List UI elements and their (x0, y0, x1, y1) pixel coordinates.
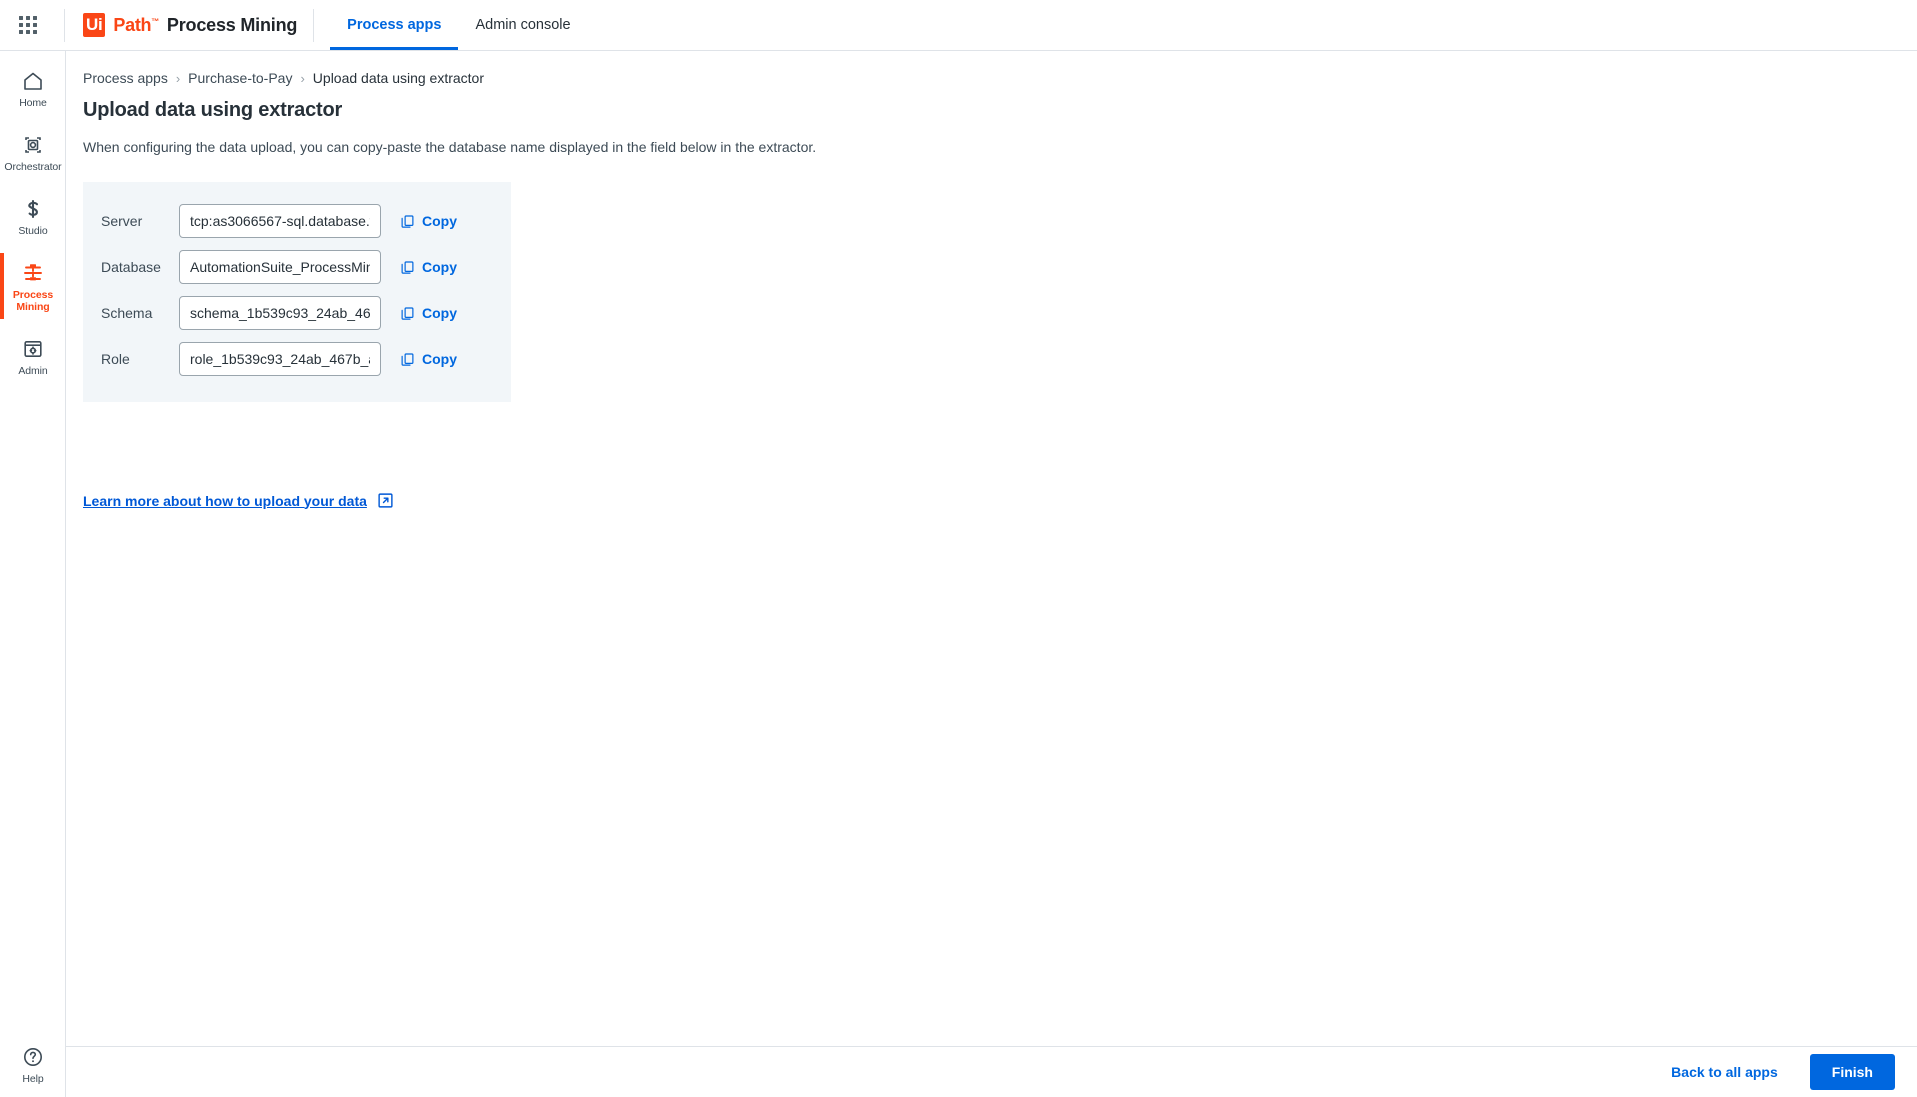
breadcrumb-item-current: Upload data using extractor (312, 70, 485, 86)
sidebar-item-label: Home (19, 97, 47, 109)
server-input[interactable] (179, 204, 381, 238)
copy-icon (401, 260, 414, 274)
primary-nav-tabs: Process apps Admin console (330, 0, 587, 50)
sidebar-item-help[interactable]: Help (0, 1045, 66, 1085)
learn-more-label: Learn more about how to upload your data (83, 492, 367, 509)
field-label: Role (101, 351, 130, 367)
sidebar-item-label: Process Mining (12, 289, 54, 314)
brand-logo[interactable]: Ui Path™ Process Mining (69, 13, 297, 37)
field-label: Database (101, 259, 161, 275)
studio-icon (28, 200, 39, 219)
sidebar-help-label: Help (22, 1072, 44, 1085)
copy-label: Copy (422, 305, 457, 321)
copy-icon (401, 214, 414, 228)
page-title: Upload data using extractor (83, 99, 343, 121)
tab-process-apps[interactable]: Process apps (330, 0, 459, 50)
apps-grid-icon (19, 16, 37, 34)
breadcrumb-separator: › (300, 70, 305, 86)
product-name: Process Mining (166, 14, 298, 35)
sidebar-item-label: Studio (18, 225, 48, 238)
field-label: Server (101, 213, 143, 229)
breadcrumb-item-process-apps[interactable]: Process apps (83, 70, 168, 86)
sidebar-item-label: Orchestrator (4, 161, 62, 174)
process-mining-icon (24, 264, 42, 281)
sidebar-item-label: Admin (18, 365, 48, 378)
sidebar-item-admin[interactable]: Admin (0, 327, 66, 385)
back-to-all-apps-button[interactable]: Back to all apps (1665, 1063, 1784, 1081)
copy-icon (401, 352, 414, 366)
external-link-icon (378, 493, 393, 508)
role-input[interactable] (179, 342, 381, 376)
sidebar-item-home[interactable]: Home (0, 59, 66, 117)
top-bar: Ui Path™ Process Mining Process apps Adm… (0, 0, 1917, 51)
toolbar-divider (64, 8, 65, 42)
breadcrumb-item-purchase-to-pay[interactable]: Purchase-to-Pay (188, 70, 292, 86)
field-row-server: Server Copy (83, 198, 511, 244)
field-row-role: Role Copy (83, 336, 511, 382)
copy-role-button[interactable]: Copy (398, 347, 459, 371)
sidebar-item-process-mining[interactable]: Process Mining (0, 251, 66, 321)
field-row-database: Database Copy (83, 244, 511, 290)
database-input[interactable] (179, 250, 381, 284)
sidebar-item-studio[interactable]: Studio (0, 187, 66, 245)
uipath-logo-mark: Ui (83, 13, 106, 37)
apps-launcher-button[interactable] (0, 0, 56, 50)
copy-schema-button[interactable]: Copy (398, 301, 459, 325)
copy-label: Copy (422, 213, 457, 229)
copy-database-button[interactable]: Copy (398, 255, 459, 279)
footer-action-bar: Back to all apps Finish (66, 1046, 1917, 1097)
connection-details-panel: Server Copy Database Copy Sc (83, 182, 511, 402)
copy-label: Copy (422, 351, 457, 367)
breadcrumb: Process apps › Purchase-to-Pay › Upload … (83, 70, 484, 86)
finish-button[interactable]: Finish (1809, 1054, 1895, 1090)
field-label: Schema (101, 305, 153, 321)
page-description: When configuring the data upload, you ca… (83, 139, 817, 155)
learn-more-link[interactable]: Learn more about how to upload your data (83, 492, 394, 509)
admin-icon (24, 341, 42, 358)
copy-icon (401, 306, 414, 320)
sidebar-item-orchestrator[interactable]: Orchestrator (0, 123, 66, 181)
left-sidebar: Home Orchestrator Studio Process Mining (0, 51, 66, 1097)
uipath-logo-word: Path™ (113, 14, 159, 35)
field-row-schema: Schema Copy (83, 290, 511, 336)
breadcrumb-separator: › (175, 70, 181, 86)
orchestrator-icon (25, 137, 41, 153)
main-content: Process apps › Purchase-to-Pay › Upload … (66, 51, 1917, 1046)
help-circle-icon (24, 1047, 42, 1066)
home-icon (24, 72, 42, 90)
brand-divider (313, 8, 315, 42)
trademark-symbol: ™ (151, 16, 159, 26)
schema-input[interactable] (179, 296, 381, 330)
tab-admin-console[interactable]: Admin console (458, 0, 587, 50)
copy-label: Copy (422, 259, 457, 275)
copy-server-button[interactable]: Copy (398, 209, 459, 233)
